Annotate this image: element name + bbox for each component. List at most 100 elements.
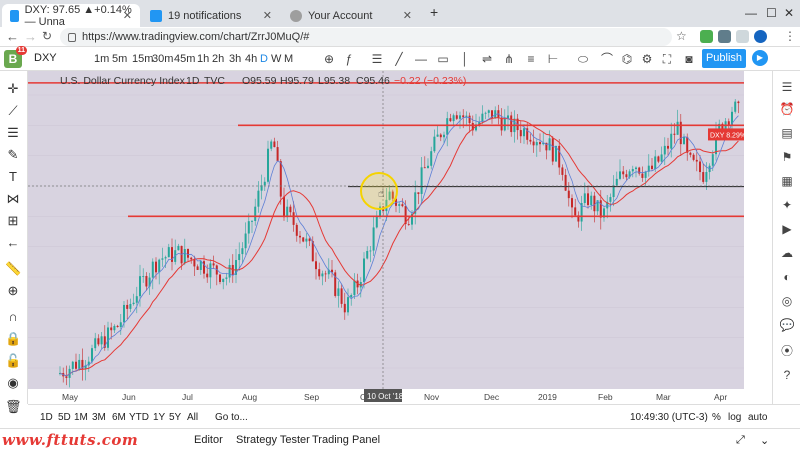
range-5y[interactable]: 5Y <box>169 412 181 423</box>
shape-tool-icon[interactable]: ⬭ <box>576 52 590 66</box>
timeframe-5m[interactable]: 5m <box>112 53 127 65</box>
log-toggle[interactable]: log <box>728 412 741 423</box>
range-ytd[interactable]: YTD <box>129 412 149 423</box>
zoom-icon[interactable]: ⊕ <box>5 283 21 299</box>
maximize-panel-icon[interactable]: ⤢ <box>736 434 745 447</box>
range-6m[interactable]: 6M <box>112 412 126 423</box>
camera-icon[interactable]: ◙ <box>682 52 696 66</box>
horizontal-line-tool-icon[interactable]: ☰ <box>370 52 384 66</box>
brush-tool-icon[interactable]: ⌒ <box>600 52 614 66</box>
polyline-tool-icon[interactable]: ⌬ <box>620 52 634 66</box>
watchlist-icon[interactable]: ☰ <box>779 79 795 95</box>
reload-icon[interactable]: ↻ <box>42 29 52 43</box>
ruler-icon[interactable]: 📏 <box>5 261 21 277</box>
fib-retracement-icon[interactable]: ☰ <box>5 125 21 141</box>
pattern-tool-icon[interactable]: ⋈ <box>5 191 21 207</box>
price-line-icon[interactable]: ⊢ <box>546 52 560 66</box>
calendar-icon[interactable]: ▦ <box>779 173 795 189</box>
timeframe-3h[interactable]: 3h <box>229 53 241 65</box>
parallel-channel-icon[interactable]: ⇌ <box>480 52 494 66</box>
tab-notifications[interactable]: 19 notifications ✕ <box>142 4 280 27</box>
vertical-line-tool-icon[interactable]: │ <box>458 52 472 66</box>
extension-icon[interactable] <box>718 30 731 43</box>
symbol-search[interactable]: DXY <box>34 52 57 64</box>
close-tab-icon[interactable]: ✕ <box>403 9 412 22</box>
streams-icon[interactable]: ▶ <box>779 221 795 237</box>
tab-dxy[interactable]: DXY: 97.65 ▲+0.14% — Unna ✕ <box>2 4 140 28</box>
chat-bubble-icon[interactable]: 💬 <box>779 317 795 333</box>
close-window-icon[interactable]: ✕ <box>784 6 794 20</box>
close-tab-icon[interactable]: ✕ <box>263 9 272 22</box>
chats-icon[interactable]: ☁ <box>779 245 795 261</box>
brush-icon[interactable]: ✎ <box>5 147 21 163</box>
menu-dots-icon[interactable]: ⋮ <box>784 29 796 43</box>
compare-plus-icon[interactable]: ⊕ <box>322 52 336 66</box>
order-panel-icon[interactable]: ◎ <box>779 293 795 309</box>
crosshair-icon[interactable]: ✛ <box>5 81 21 97</box>
auto-toggle[interactable]: auto <box>748 412 767 423</box>
new-tab-button[interactable]: + <box>430 4 438 20</box>
trend-line-icon[interactable]: ⟋ <box>5 103 21 119</box>
user-logo[interactable]: B 11 <box>4 46 27 68</box>
alerts-clock-icon[interactable]: ⏰ <box>779 101 795 117</box>
magnet-icon[interactable]: ∩ <box>5 309 21 325</box>
range-1d[interactable]: 1D <box>40 412 53 423</box>
lock-icon[interactable]: 🔓 <box>5 353 21 369</box>
tab-account[interactable]: Your Account ✕ <box>282 4 420 27</box>
broadcast-icon[interactable]: ⦿ <box>779 343 795 359</box>
timeframe-2h[interactable]: 2h <box>212 53 224 65</box>
timeframe-30m[interactable]: 30m <box>152 53 173 65</box>
trend-line-tool-icon[interactable]: ╱ <box>392 52 406 66</box>
close-tab-icon[interactable]: ✕ <box>123 9 132 22</box>
text-tool-icon[interactable]: T <box>5 169 21 185</box>
back-arrow-icon[interactable]: ← <box>5 235 21 251</box>
settings-gear-icon[interactable]: ⚙ <box>640 52 654 66</box>
fullscreen-icon[interactable]: ⛶ <box>660 52 674 66</box>
url-field[interactable]: https://www.tradingview.com/chart/ZrrJ0M… <box>60 28 672 46</box>
tab-strategy-tester[interactable]: Strategy Tester <box>236 434 310 446</box>
tab-editor[interactable]: Editor <box>194 434 223 446</box>
extension-icon[interactable] <box>700 30 713 43</box>
pitchfork-icon[interactable]: ⋔ <box>502 52 516 66</box>
ray-tool-icon[interactable]: — <box>414 52 428 66</box>
percent-toggle[interactable]: % <box>712 412 721 423</box>
timeframe-d[interactable]: D <box>260 53 268 65</box>
timeframe-w[interactable]: W <box>271 53 281 65</box>
lock-drawing-icon[interactable]: 🔒 <box>5 331 21 347</box>
hotlist-icon[interactable]: ⚑ <box>779 149 795 165</box>
back-icon[interactable]: ← <box>6 29 19 44</box>
rectangle-tool-icon[interactable]: ▭ <box>436 52 450 66</box>
goto-button[interactable]: Go to... <box>215 412 248 423</box>
extension-icon[interactable] <box>736 30 749 43</box>
ideas-icon[interactable]: ✦ <box>779 197 795 213</box>
notifications-icon[interactable]: ◐ <box>779 269 795 285</box>
range-all[interactable]: All <box>187 412 198 423</box>
price-chart[interactable]: 97.5097.0096.5096.0095.5095.0094.5094.00… <box>28 71 744 404</box>
timeframe-15m[interactable]: 15m <box>132 53 153 65</box>
timeframe-45m[interactable]: 45m <box>174 53 195 65</box>
range-1m[interactable]: 1M <box>74 412 88 423</box>
range-1y[interactable]: 1Y <box>153 412 165 423</box>
timeframe-1h[interactable]: 1h <box>197 53 209 65</box>
play-icon[interactable]: ▶ <box>752 50 768 66</box>
data-window-icon[interactable]: ▤ <box>779 125 795 141</box>
trash-icon[interactable]: 🗑 <box>5 399 22 415</box>
range-3m[interactable]: 3M <box>92 412 106 423</box>
publish-button[interactable]: Publish <box>702 49 746 68</box>
minimize-icon[interactable]: — <box>745 6 757 20</box>
timeframe-m[interactable]: M <box>284 53 293 65</box>
prediction-tool-icon[interactable]: ⊞ <box>5 213 21 229</box>
range-5d[interactable]: 5D <box>58 412 71 423</box>
indicators-icon[interactable]: ƒ <box>342 52 356 66</box>
forward-icon[interactable]: → <box>24 29 37 44</box>
tab-trading-panel[interactable]: Trading Panel <box>312 434 380 446</box>
timeframe-1m[interactable]: 1m <box>94 53 109 65</box>
eye-icon[interactable]: ◉ <box>5 375 21 391</box>
maximize-icon[interactable]: ☐ <box>766 6 777 20</box>
bookmark-star-icon[interactable]: ☆ <box>676 29 687 43</box>
fib-tool-icon[interactable]: ≡ <box>524 52 538 66</box>
help-icon[interactable]: ? <box>779 367 795 383</box>
profile-avatar[interactable] <box>754 30 767 43</box>
collapse-panel-icon[interactable]: ⌄ <box>760 434 769 447</box>
timeframe-4h[interactable]: 4h <box>245 53 257 65</box>
